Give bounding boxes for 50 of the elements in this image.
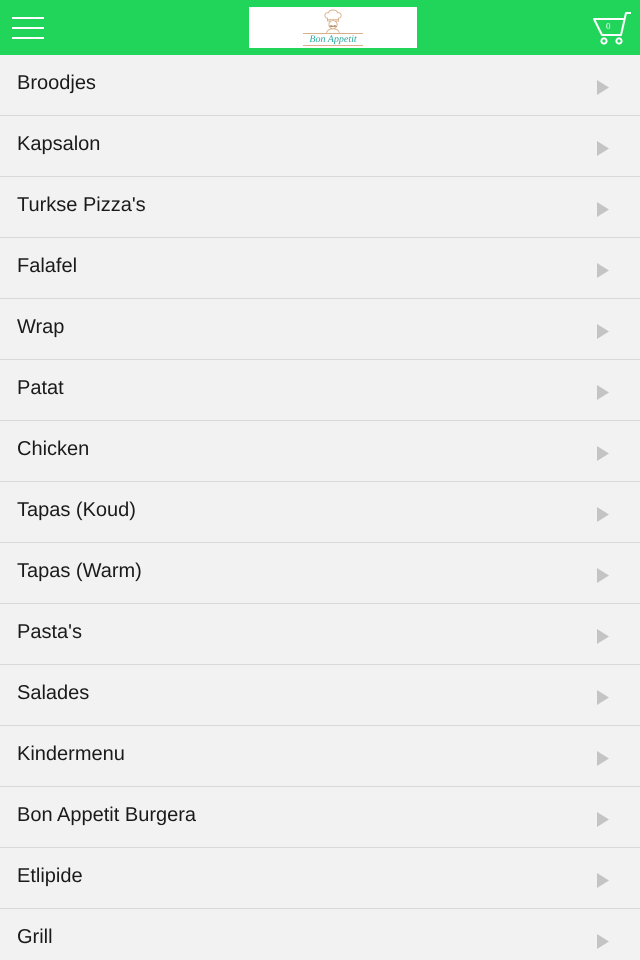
cart-count: 0 <box>606 20 610 30</box>
arrow-icon <box>597 80 609 94</box>
category-item[interactable]: Grill <box>0 909 640 960</box>
category-label: Patat <box>17 376 64 400</box>
arrow-icon <box>597 506 609 522</box>
category-label: Turkse Pizza's <box>17 194 146 216</box>
category-label: Etlipide <box>17 864 83 888</box>
arrow-icon <box>597 262 609 278</box>
arrow-icon <box>597 384 609 400</box>
category-label: Wrap <box>17 316 64 338</box>
arrow-icon <box>597 324 609 338</box>
category-label: Bon Appetit Burgera <box>17 804 196 826</box>
menu-button[interactable] <box>12 16 44 38</box>
category-item[interactable]: Tapas (Koud) <box>0 482 640 543</box>
category-label: Broodjes <box>17 72 96 94</box>
category-label: Kindermenu <box>17 742 125 766</box>
arrow-icon <box>597 446 609 460</box>
category-item[interactable]: Wrap <box>0 299 640 360</box>
category-label: Tapas (Koud) <box>17 498 136 522</box>
arrow-icon <box>597 140 609 156</box>
category-label: Chicken <box>17 438 90 460</box>
category-label: Kapsalon <box>17 132 100 156</box>
arrow-icon <box>597 750 609 766</box>
category-item[interactable]: Bon Appetit Burgera <box>0 787 640 848</box>
category-item[interactable]: Patat <box>0 360 640 421</box>
logo-text: Bon Appetit <box>303 33 363 46</box>
arrow-icon <box>597 202 609 216</box>
category-item[interactable]: Turkse Pizza's <box>0 177 640 238</box>
menu-icon <box>12 16 44 38</box>
arrow-icon <box>597 872 609 888</box>
category-label: Pasta's <box>17 620 82 644</box>
category-label: Salades <box>17 682 90 704</box>
category-item[interactable]: Salades <box>0 665 640 726</box>
arrow-icon <box>597 690 609 704</box>
arrow-icon <box>597 568 609 582</box>
category-item[interactable]: Chicken <box>0 421 640 482</box>
category-item[interactable]: Etlipide <box>0 848 640 909</box>
cart-icon <box>592 10 632 44</box>
category-item[interactable]: Kapsalon <box>0 116 640 177</box>
category-item[interactable]: Pasta's <box>0 604 640 665</box>
category-item[interactable]: Kindermenu <box>0 726 640 787</box>
arrow-icon <box>597 812 609 826</box>
arrow-icon <box>597 934 609 948</box>
category-label: Falafel <box>17 254 78 278</box>
category-item[interactable]: Falafel <box>0 238 640 299</box>
category-label: Tapas (Warm) <box>17 560 142 582</box>
arrow-icon <box>597 628 609 644</box>
category-item[interactable]: Broodjes <box>0 55 640 116</box>
category-item[interactable]: Tapas (Warm) <box>0 543 640 604</box>
category-label: Grill <box>17 926 53 948</box>
